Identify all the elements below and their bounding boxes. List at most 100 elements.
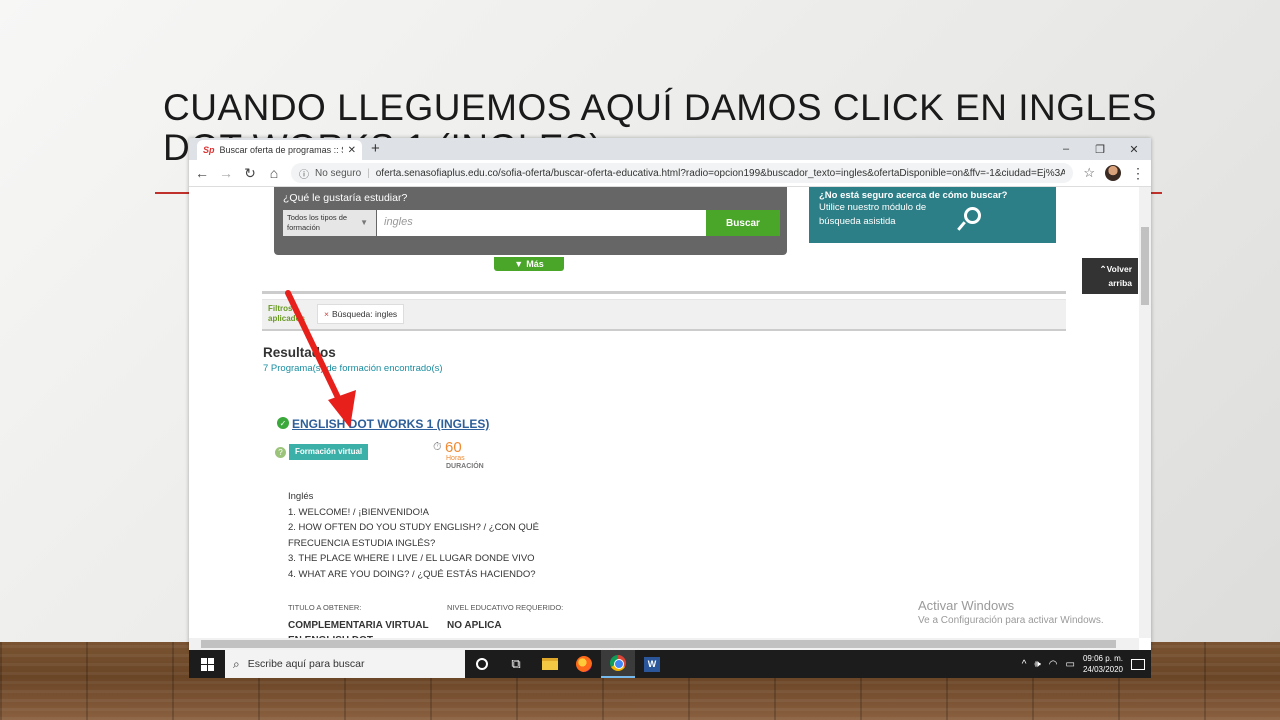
check-circle-icon: ✓ (277, 417, 289, 429)
description-line: 1. WELCOME! / ¡BIENVENIDO!A (288, 506, 429, 518)
firefox-button[interactable] (567, 650, 601, 678)
address-bar[interactable]: ⓘ No seguro | oferta.senasofiaplus.edu.c… (291, 163, 1074, 183)
chrome-button[interactable] (601, 650, 635, 678)
back-to-top-button[interactable]: ⌃Volver arriba (1082, 258, 1138, 294)
chrome-icon (610, 655, 626, 671)
filters-label: Filtros aplicados (268, 304, 305, 323)
results-title: Resultados (263, 345, 336, 360)
folder-icon (542, 658, 558, 670)
chevron-up-icon[interactable]: ^ (1022, 659, 1027, 670)
assisted-search-heading: ¿No está seguro acerca de cómo buscar? (819, 190, 1008, 201)
chevron-down-icon: ▼ (360, 218, 368, 227)
vertical-scrollbar[interactable] (1139, 187, 1151, 638)
volume-icon[interactable]: 🕪 (1034, 659, 1040, 670)
magnifier-icon (964, 207, 981, 224)
program-title-link[interactable]: ENGLISH DOT WORKS 1 (INGLES) (292, 417, 489, 431)
cortana-button[interactable] (465, 650, 499, 678)
virtual-training-badge: Formación virtual (289, 444, 369, 460)
profile-avatar[interactable] (1105, 165, 1121, 181)
horizontal-scrollbar[interactable] (189, 638, 1139, 650)
reload-icon[interactable]: ↻ (243, 165, 257, 182)
title-obtained-label: TITULO A OBTENER: (288, 603, 362, 612)
maximize-button[interactable]: ❐ (1083, 138, 1117, 160)
watermark-subtitle: Ve a Configuración para activar Windows. (918, 615, 1104, 626)
program-description: Inglés 1. WELCOME! / ¡BIENVENIDO!A 2. HO… (288, 489, 573, 582)
search-input[interactable]: ingles (377, 210, 706, 236)
minimize-button[interactable]: – (1049, 138, 1083, 160)
section-divider (262, 291, 1066, 294)
search-icon: ⌕ (233, 656, 240, 671)
menu-kebab-icon[interactable]: ⋮ (1131, 165, 1145, 182)
activate-windows-watermark: Activar Windows Ve a Configuración para … (918, 598, 1104, 626)
description-line: 3. THE PLACE WHERE I LIVE / EL LUGAR DON… (288, 553, 535, 564)
question-circle-icon[interactable]: ? (275, 447, 286, 458)
info-icon[interactable]: ⓘ (299, 166, 309, 181)
clock-icon: ⏱ (433, 441, 442, 453)
slide-rule-right (1150, 192, 1162, 194)
address-separator: | (367, 167, 370, 179)
word-icon: W (644, 656, 660, 672)
program-type-select[interactable]: Todos los tipos de formación ▼ (283, 210, 376, 236)
remove-filter-icon[interactable]: × (324, 309, 329, 319)
not-secure-label: No seguro (315, 167, 362, 179)
page-content: ¿Qué le gustaría estudiar? Todos los tip… (189, 187, 1151, 650)
close-tab-icon[interactable]: ✕ (348, 145, 356, 156)
description-line: 2. HOW OFTEN DO YOU STUDY ENGLISH? / ¿CO… (288, 522, 539, 549)
scroll-thumb[interactable] (201, 640, 1116, 648)
education-level-value: NO APLICA (447, 620, 502, 631)
program-type-select-value: Todos los tipos de formación (287, 213, 348, 232)
taskbar-clock[interactable]: 09:06 p. m. 24/03/2020 (1083, 653, 1123, 675)
window-controls: – ❐ ✕ (1049, 138, 1151, 160)
firefox-icon (576, 656, 592, 672)
duration-label: DURACIÓN (446, 463, 484, 470)
forward-arrow-icon[interactable]: → (219, 165, 233, 181)
duration-unit: Horas (446, 455, 465, 462)
clock-date: 24/03/2020 (1082, 665, 1123, 674)
back-to-top-line1: ⌃Volver (1099, 264, 1132, 274)
taskbar-search-box[interactable]: ⌕ Escribe aquí para buscar (225, 650, 465, 678)
wifi-icon[interactable]: ◠ (1049, 659, 1058, 670)
system-tray: ^ 🕪 ◠ ▭ 09:06 p. m. 24/03/2020 (1022, 653, 1151, 675)
more-label: Más (526, 259, 544, 269)
start-button[interactable] (189, 650, 225, 678)
search-question: ¿Qué le gustaría estudiar? (283, 192, 408, 204)
search-panel: ¿Qué le gustaría estudiar? Todos los tip… (274, 187, 787, 255)
task-view-button[interactable]: ⧉ (499, 650, 533, 678)
assisted-search-text: Utilice nuestro módulo de búsqueda asist… (819, 202, 927, 227)
duration-value: 60 (445, 439, 462, 456)
new-tab-button[interactable]: + (371, 140, 380, 157)
back-to-top-line2: arriba (1108, 278, 1132, 288)
slide-rule-left (155, 192, 191, 194)
notification-icon[interactable] (1131, 658, 1145, 670)
bookmark-star-icon[interactable]: ☆ (1083, 165, 1095, 181)
more-options-button[interactable]: ▼ Más (494, 257, 564, 271)
watermark-title: Activar Windows (918, 598, 1015, 613)
filter-chip-label: Búsqueda: ingles (331, 309, 398, 319)
scroll-thumb[interactable] (1141, 227, 1149, 305)
education-level-label: NIVEL EDUCATIVO REQUERIDO: (447, 603, 564, 612)
close-window-button[interactable]: ✕ (1117, 138, 1151, 160)
description-line: 4. WHAT ARE YOU DOING? / ¿QUÉ ESTÁS HACI… (288, 568, 536, 580)
search-button[interactable]: Buscar (706, 210, 780, 236)
clock-time: 09:06 p. m. (1082, 654, 1123, 663)
home-icon[interactable]: ⌂ (267, 165, 281, 181)
cortana-icon (476, 658, 488, 670)
results-count: 7 Programa(s) de formación encontrado(s) (263, 363, 443, 374)
windows-taskbar: ⌕ Escribe aquí para buscar ⧉ W ^ 🕪 ◠ ▭ 0… (189, 650, 1151, 678)
browser-tab[interactable]: Sp Buscar oferta de programas :: Sof ✕ (197, 140, 362, 160)
word-button[interactable]: W (635, 650, 669, 678)
tab-bar: Sp Buscar oferta de programas :: Sof ✕ +… (189, 138, 1151, 160)
filter-chip-search[interactable]: × Búsqueda: ingles (317, 304, 405, 324)
battery-icon[interactable]: ▭ (1066, 659, 1075, 670)
file-explorer-button[interactable] (533, 650, 567, 678)
assisted-search-box[interactable]: ¿No está seguro acerca de cómo buscar? U… (809, 187, 1056, 243)
applied-filters-bar: Filtros aplicados × Búsqueda: ingles (262, 299, 1066, 331)
browser-toolbar: ← → ↻ ⌂ ⓘ No seguro | oferta.senasofiapl… (189, 160, 1151, 187)
sofia-favicon-icon: Sp (203, 145, 215, 155)
description-line: Inglés (288, 491, 314, 502)
caret-down-icon: ▼ (514, 259, 524, 269)
taskbar-search-placeholder: Escribe aquí para buscar (247, 658, 365, 670)
back-arrow-icon[interactable]: ← (195, 165, 209, 181)
url-text[interactable]: oferta.senasofiaplus.edu.co/sofia-oferta… (376, 168, 1066, 179)
tab-title: Buscar oferta de programas :: Sof (219, 145, 343, 155)
